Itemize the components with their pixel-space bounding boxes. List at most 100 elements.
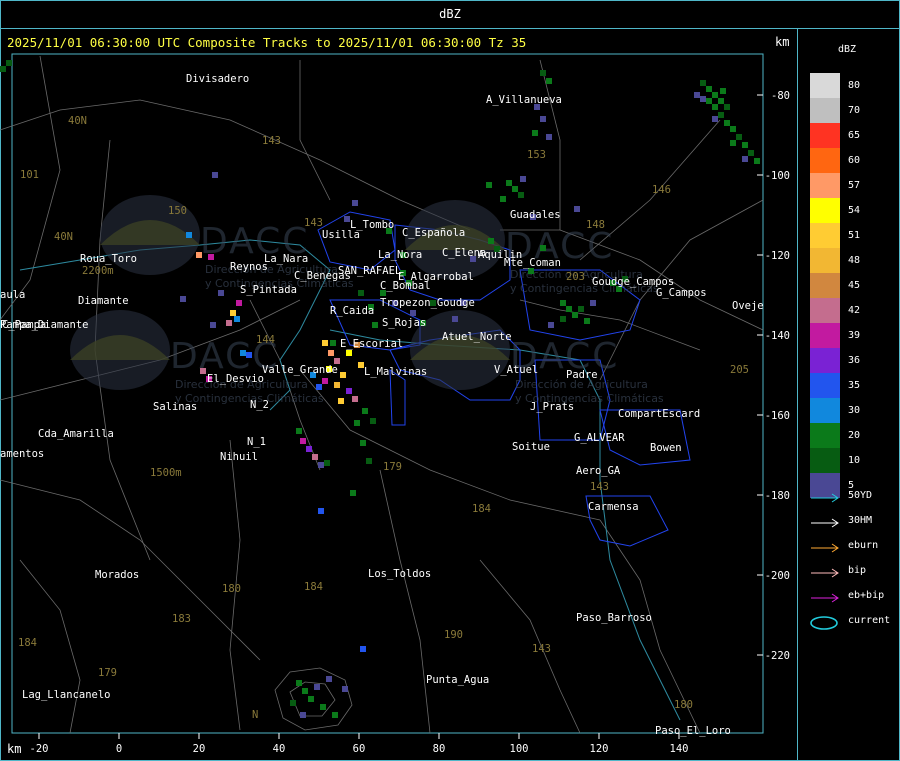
place-label: C_Bombal bbox=[380, 280, 431, 292]
x-tick-label: 120 bbox=[590, 743, 609, 755]
radar-echo-pixel bbox=[312, 454, 318, 460]
y-tick-label: -220 bbox=[765, 650, 790, 662]
arrow-icon bbox=[811, 543, 839, 553]
scale-value-48: 48 bbox=[848, 255, 861, 266]
route-number: 143 bbox=[304, 217, 323, 229]
place-label: A_Villanueva bbox=[486, 94, 562, 106]
scale-swatch-35 bbox=[810, 373, 840, 398]
route-number: 179 bbox=[383, 461, 402, 473]
scale-value-45: 45 bbox=[848, 280, 861, 291]
route-number: 205 bbox=[730, 364, 749, 376]
arrow-icon bbox=[811, 568, 839, 578]
radar-echo-pixel bbox=[306, 446, 312, 452]
radar-echo-pixel bbox=[574, 206, 580, 212]
road-line bbox=[379, 469, 431, 734]
radar-echo-pixel bbox=[210, 322, 216, 328]
x-tick-label: 40 bbox=[273, 743, 286, 755]
place-label: Punta_Agua bbox=[426, 674, 489, 686]
radar-echo-pixel bbox=[488, 238, 494, 244]
radar-map[interactable]: -20 0 20 40 60 80 100 120 140-80-100-120-140-160… bbox=[0, 0, 798, 761]
radar-echo-pixel bbox=[322, 340, 328, 346]
scale-swatch-65 bbox=[810, 123, 840, 148]
radar-echo-pixel bbox=[314, 684, 320, 690]
radar-echo-pixel bbox=[322, 378, 328, 384]
place-label: Paso_Barroso bbox=[576, 612, 652, 624]
x-tick-label: 0 bbox=[116, 743, 122, 755]
route-number: 2200m bbox=[82, 265, 114, 277]
place-label: Divisadero bbox=[186, 73, 249, 85]
radar-echo-pixel bbox=[706, 98, 712, 104]
radar-echo-pixel bbox=[736, 134, 742, 140]
radar-echo-pixel bbox=[318, 508, 324, 514]
place-label: E_Escorial bbox=[340, 338, 403, 350]
radar-echo-pixel bbox=[334, 382, 340, 388]
place-label: Carmensa bbox=[588, 501, 639, 513]
radar-echo-pixel bbox=[316, 384, 322, 390]
radar-echo-pixel bbox=[186, 232, 192, 238]
radar-echo-pixel bbox=[560, 316, 566, 322]
place-label: Salinas bbox=[153, 401, 197, 413]
place-label: Reynos bbox=[230, 261, 268, 273]
radar-echo-pixel bbox=[212, 172, 218, 178]
radar-echo-pixel bbox=[180, 296, 186, 302]
dacc-watermark: DACCDirección de Agriculturay Contingenc… bbox=[410, 310, 664, 405]
scale-swatch-51 bbox=[810, 223, 840, 248]
radar-echo-pixel bbox=[560, 300, 566, 306]
route-number: 144 bbox=[256, 334, 275, 346]
place-label: Mte_Coman bbox=[504, 257, 561, 269]
composite-header: 2025/11/01 06:30:00 UTC Composite Tracks… bbox=[7, 35, 527, 50]
route-number: 40N bbox=[68, 115, 87, 127]
radar-echo-pixel bbox=[360, 440, 366, 446]
x-tick-label: -20 bbox=[30, 743, 49, 755]
radar-echo-pixel bbox=[332, 712, 338, 718]
route-number: 180 bbox=[674, 699, 693, 711]
route-number: 184 bbox=[472, 503, 491, 515]
route-number: 143 bbox=[262, 135, 281, 147]
place-label: CompartEscard bbox=[618, 408, 700, 420]
dacc-watermark: DACCDirección de Agriculturay Contingenc… bbox=[70, 310, 324, 405]
radar-echo-pixel bbox=[546, 78, 552, 84]
x-tick-label: 20 bbox=[193, 743, 206, 755]
route-number: 40N bbox=[54, 231, 73, 243]
radar-echo-pixel bbox=[748, 150, 754, 156]
place-label: N_1 bbox=[247, 436, 266, 448]
radar-echo-pixel bbox=[200, 368, 206, 374]
place-label: Lag_Llancanelo bbox=[22, 689, 111, 701]
radar-echo-pixel bbox=[720, 88, 726, 94]
route-number: 203 bbox=[566, 271, 585, 283]
radar-echo-pixel bbox=[712, 104, 718, 110]
radar-echo-pixel bbox=[296, 428, 302, 434]
radar-echo-pixel bbox=[196, 252, 202, 258]
radar-echo-pixel bbox=[308, 696, 314, 702]
radar-echo-pixel bbox=[240, 350, 246, 356]
route-number: 179 bbox=[98, 667, 117, 679]
radar-echo-pixel bbox=[590, 300, 596, 306]
radar-echo-pixel bbox=[518, 192, 524, 198]
y-tick-label: -200 bbox=[765, 570, 790, 582]
radar-echo-pixel bbox=[742, 142, 748, 148]
radar-echo-pixel bbox=[452, 316, 458, 322]
place-label: Paso_El_Loro bbox=[655, 725, 731, 737]
x-tick-label: 80 bbox=[433, 743, 446, 755]
radar-echo-pixel bbox=[730, 126, 736, 132]
radar-echo-pixel bbox=[372, 322, 378, 328]
radar-echo-pixel bbox=[410, 310, 416, 316]
track-label: 30HM bbox=[848, 515, 873, 526]
radar-echo-pixel bbox=[706, 86, 712, 92]
radar-echo-pixel bbox=[340, 372, 346, 378]
radar-echo-pixel bbox=[330, 340, 336, 346]
place-label: Usilla bbox=[322, 229, 360, 241]
scale-value-36: 36 bbox=[848, 355, 861, 366]
radar-echo-pixel bbox=[362, 408, 368, 414]
road-line bbox=[299, 60, 331, 201]
radar-echo-pixel bbox=[352, 200, 358, 206]
scale-swatch-60 bbox=[810, 148, 840, 173]
scale-value-70: 70 bbox=[848, 105, 861, 116]
x-tick-label: 60 bbox=[353, 743, 366, 755]
radar-echo-pixel bbox=[724, 104, 730, 110]
place-label: G_ALVEAR bbox=[574, 432, 625, 444]
radar-echo-pixel bbox=[366, 458, 372, 464]
radar-echo-pixel bbox=[724, 120, 730, 126]
place-label: Tropezon_Goudge bbox=[380, 297, 475, 309]
radar-echo-pixel bbox=[548, 322, 554, 328]
